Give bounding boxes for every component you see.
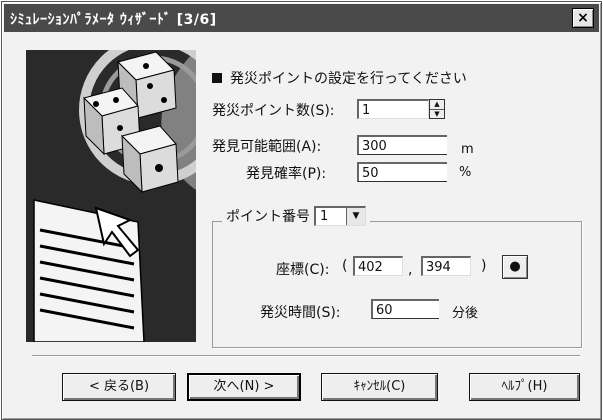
coordinate-separator: , [408, 262, 413, 278]
wizard-dialog: ｼﾐｭﾚｰｼｮﾝﾊﾟﾗﾒｰﾀ ｳｨｻﾞｰﾄﾞ [3/6] × 発災ポイントの設定… [1, 1, 602, 420]
coordinate-close-paren: ) [481, 258, 487, 274]
instruction-text: 発災ポイントの設定を行ってください [230, 71, 467, 87]
detection-range-label: 発見可能範囲(A): [212, 139, 322, 155]
coordinate-x-input[interactable]: 402 [353, 256, 403, 276]
spin-up-icon[interactable]: ▲ [430, 100, 444, 110]
coordinate-label: 座標(C): [276, 262, 330, 278]
instruction-heading: 発災ポイントの設定を行ってください [212, 68, 467, 88]
point-number-select[interactable]: 1 ▼ [314, 206, 366, 226]
time-unit: 分後 [452, 306, 479, 321]
point-number-legend: ポイント番号 1 ▼ [222, 206, 370, 226]
range-unit: m [461, 142, 474, 157]
wizard-illustration [26, 50, 196, 342]
pick-location-button[interactable]: ● [502, 255, 528, 279]
cancel-button[interactable]: ｷｬﾝｾﾙ(C) [321, 373, 438, 401]
point-count-input[interactable]: 1 [357, 99, 429, 119]
detection-range-input[interactable]: 300 [357, 135, 447, 155]
coordinate-open-paren: ( [342, 258, 348, 274]
point-icon: ● [509, 259, 521, 274]
point-groupbox [212, 221, 582, 348]
close-button[interactable]: × [572, 8, 594, 28]
button-separator [32, 355, 580, 357]
point-count-label: 発災ポイント数(S): [212, 103, 335, 119]
spin-down-icon[interactable]: ▼ [430, 110, 444, 119]
point-count-spinner[interactable]: ▲ ▼ [429, 99, 445, 119]
probability-unit: % [459, 165, 472, 180]
window-title: ｼﾐｭﾚｰｼｮﾝﾊﾟﾗﾒｰﾀ ｳｨｻﾞｰﾄﾞ [3/6] [10, 12, 217, 28]
chevron-down-icon[interactable]: ▼ [346, 208, 365, 225]
help-button[interactable]: ﾍﾙﾌﾟ(H) [469, 373, 580, 401]
detection-probability-input[interactable]: 50 [357, 162, 447, 182]
back-button[interactable]: < 戻る(B) [62, 373, 176, 401]
occurrence-time-input[interactable]: 60 [371, 299, 439, 319]
bullet-icon [212, 73, 222, 83]
title-bar: ｼﾐｭﾚｰｼｮﾝﾊﾟﾗﾒｰﾀ ｳｨｻﾞｰﾄﾞ [3/6] × [4, 4, 599, 32]
occurrence-time-label: 発災時間(S): [260, 305, 341, 321]
next-button[interactable]: 次へ(N) > [187, 373, 301, 401]
detection-probability-label: 発見確率(P): [246, 166, 327, 182]
point-number-value: 1 [320, 209, 329, 224]
close-icon: × [577, 10, 589, 26]
point-number-label: ポイント番号 [226, 209, 310, 225]
coordinate-y-input[interactable]: 394 [421, 256, 471, 276]
